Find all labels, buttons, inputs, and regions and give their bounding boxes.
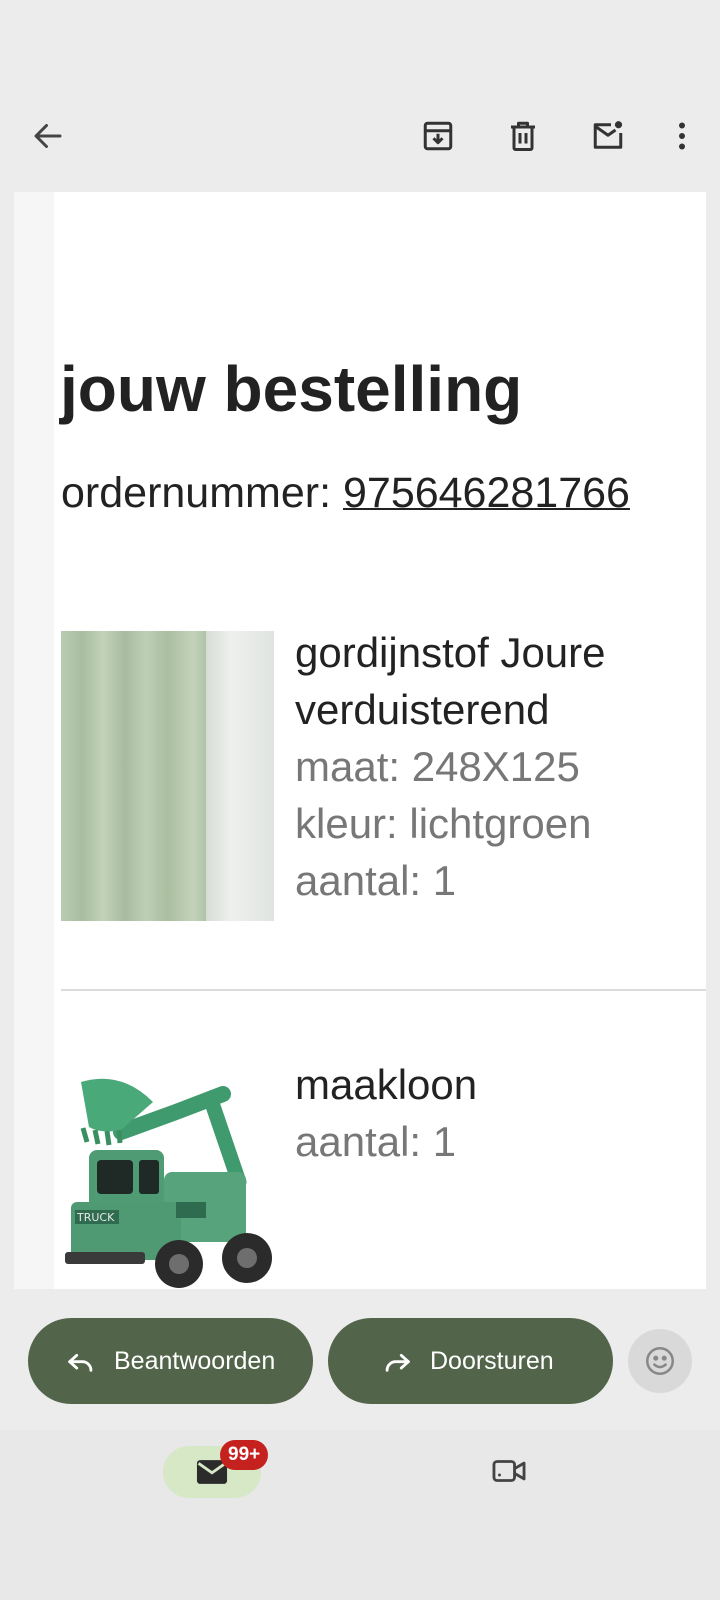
bottom-navigation: 99+ xyxy=(0,1430,720,1600)
product-name-line2: verduisterend xyxy=(295,686,550,733)
order-number-link[interactable]: 975646281766 xyxy=(343,469,630,517)
mark-unread-button[interactable] xyxy=(580,108,636,164)
delete-button[interactable] xyxy=(495,108,551,164)
email-body[interactable]: jouw bestelling ordernummer: 97564628176… xyxy=(14,192,706,1289)
video-camera-icon xyxy=(492,1460,526,1482)
archive-button[interactable] xyxy=(410,108,466,164)
product-color: kleur: lichtgroen xyxy=(295,800,592,847)
product-quantity: aantal: 1 xyxy=(295,857,457,904)
green-curtain-image[interactable] xyxy=(61,631,274,921)
archive-icon xyxy=(423,121,453,151)
emoji-reaction-button[interactable] xyxy=(628,1329,692,1393)
more-vert-icon xyxy=(679,122,685,150)
email-left-margin xyxy=(14,192,54,1289)
product-quantity: aantal: 1 xyxy=(295,1118,457,1165)
emoji-smile-icon xyxy=(645,1346,675,1376)
reply-icon xyxy=(68,1353,93,1372)
green-toy-excavator-truck-image[interactable]: TRUCK xyxy=(61,1072,274,1289)
product-details-curtain: gordijnstof Joure verduisterend maat: 24… xyxy=(295,624,606,909)
order-number-label: ordernummer: xyxy=(61,469,343,517)
forward-label: Doorsturen xyxy=(430,1346,554,1375)
reply-label: Beantwoorden xyxy=(114,1346,276,1375)
trash-icon xyxy=(511,121,535,151)
unread-count-badge: 99+ xyxy=(220,1440,269,1470)
top-app-bar xyxy=(0,0,720,192)
product-size: maat: 248X125 xyxy=(295,743,580,790)
forward-button[interactable]: Doorsturen xyxy=(328,1318,613,1404)
mail-unread-icon xyxy=(593,121,623,149)
forward-icon xyxy=(385,1353,410,1372)
back-button[interactable] xyxy=(20,108,76,164)
order-number-line: ordernummer: 975646281766 xyxy=(61,469,630,518)
reply-button[interactable]: Beantwoorden xyxy=(28,1318,313,1404)
meet-tab[interactable] xyxy=(484,1448,534,1494)
arrow-left-icon xyxy=(34,124,62,148)
product-name-line1: maakloon xyxy=(295,1061,478,1108)
email-headline: jouw bestelling xyxy=(60,353,523,425)
svg-text:TRUCK: TRUCK xyxy=(76,1211,115,1224)
more-options-button[interactable] xyxy=(654,108,710,164)
item-divider xyxy=(61,989,706,991)
product-name-line1: gordijnstof Joure xyxy=(295,629,606,676)
product-details-maakloon: maakloon aantal: 1 xyxy=(295,1056,477,1170)
